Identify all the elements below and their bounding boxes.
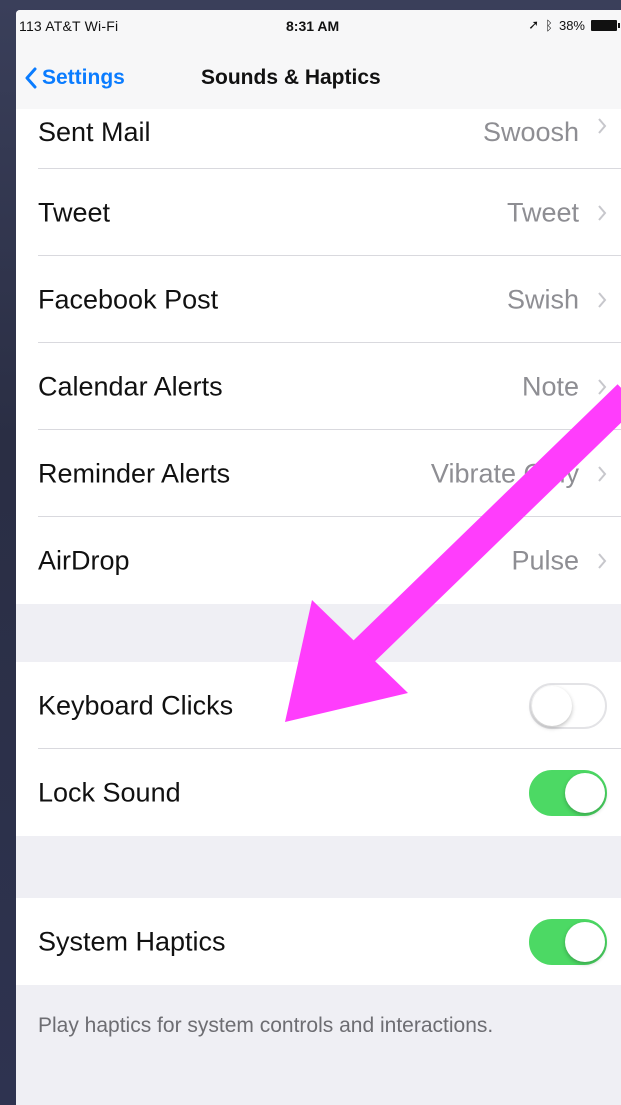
- system-sounds-group: Keyboard Clicks Lock Sound: [16, 662, 621, 836]
- row-tweet[interactable]: Tweet Tweet: [16, 169, 621, 256]
- row-sent-mail[interactable]: Sent Mail Swoosh: [16, 109, 621, 169]
- haptics-group: System Haptics: [16, 898, 621, 985]
- page-title: Sounds & Haptics: [201, 66, 381, 89]
- battery-icon: [591, 19, 620, 31]
- row-label: System Haptics: [38, 926, 226, 956]
- row-label: Tweet: [38, 197, 111, 227]
- row-keyboard-clicks: Keyboard Clicks: [16, 662, 621, 749]
- carrier-label: 113 AT&T Wi-Fi: [19, 18, 119, 34]
- battery-percent: 38%: [558, 17, 585, 33]
- row-value: Note: [521, 371, 579, 401]
- keyboard-clicks-toggle[interactable]: [529, 682, 607, 729]
- status-right-group: ➚ ᛒ 38%: [528, 17, 620, 33]
- sound-patterns-list: Sent Mail Swoosh Tweet Tweet Facebook Po…: [16, 109, 621, 604]
- chevron-right-icon: [598, 118, 607, 134]
- chevron-right-icon: [598, 465, 607, 482]
- row-label: Calendar Alerts: [38, 371, 223, 401]
- row-value: Pulse: [511, 545, 579, 575]
- row-value: Vibrate Only: [430, 458, 579, 488]
- chevron-right-icon: [598, 552, 607, 569]
- row-facebook-post[interactable]: Facebook Post Swish: [16, 256, 621, 343]
- chevron-right-icon: [598, 204, 607, 221]
- lock-sound-toggle[interactable]: [529, 769, 607, 816]
- bluetooth-icon: ᛒ: [545, 17, 553, 33]
- row-value: Tweet: [506, 197, 579, 227]
- row-calendar-alerts[interactable]: Calendar Alerts Note: [16, 343, 621, 430]
- row-value: Swish: [506, 284, 579, 314]
- row-label: Reminder Alerts: [38, 458, 231, 488]
- haptics-footer-text: Play haptics for system controls and int…: [38, 1014, 494, 1037]
- status-bar: 113 AT&T Wi-Fi 8:31 AM ➚ ᛒ 38%: [16, 10, 621, 46]
- chevron-left-icon: [25, 67, 37, 89]
- row-airdrop[interactable]: AirDrop Pulse: [16, 517, 621, 604]
- chevron-right-icon: [598, 291, 607, 308]
- row-label: Keyboard Clicks: [38, 690, 234, 720]
- chevron-right-icon: [598, 378, 607, 395]
- row-label: Facebook Post: [38, 284, 219, 314]
- row-reminder-alerts[interactable]: Reminder Alerts Vibrate Only: [16, 430, 621, 517]
- phone-screen: 113 AT&T Wi-Fi 8:31 AM ➚ ᛒ 38% Settings …: [16, 10, 621, 1105]
- row-label: AirDrop: [38, 545, 130, 575]
- toggle-knob: [565, 772, 605, 813]
- back-button[interactable]: Settings: [24, 66, 125, 90]
- row-label: Sent Mail: [38, 117, 151, 147]
- system-haptics-toggle[interactable]: [529, 918, 607, 965]
- toggle-knob: [565, 921, 605, 962]
- location-icon: ➚: [528, 17, 540, 32]
- toggle-knob: [532, 685, 572, 726]
- row-system-haptics: System Haptics: [16, 898, 621, 985]
- row-value: Swoosh: [482, 117, 579, 147]
- back-label: Settings: [42, 66, 125, 89]
- status-time: 8:31 AM: [286, 18, 340, 34]
- row-lock-sound: Lock Sound: [16, 749, 621, 836]
- row-label: Lock Sound: [38, 777, 181, 807]
